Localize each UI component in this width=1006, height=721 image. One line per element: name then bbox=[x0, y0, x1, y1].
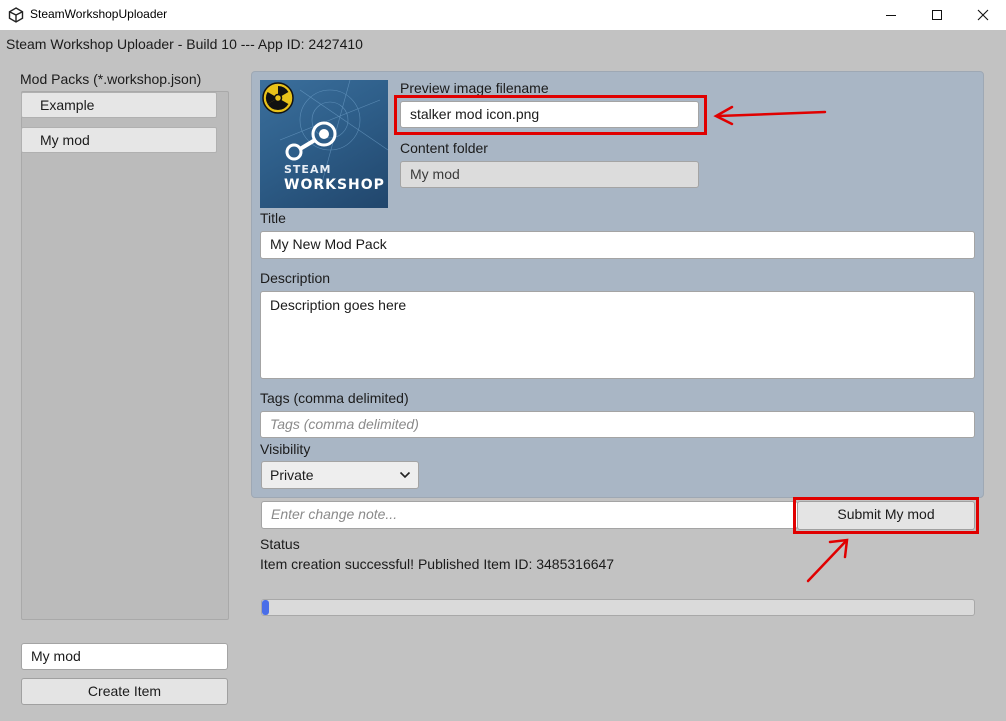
upload-progress-bar bbox=[261, 599, 975, 616]
description-textarea[interactable]: Description goes here bbox=[260, 291, 975, 379]
tags-label: Tags (comma delimited) bbox=[260, 390, 409, 406]
close-button[interactable] bbox=[960, 0, 1006, 30]
modpacks-label: Mod Packs (*.workshop.json) bbox=[20, 71, 202, 87]
steam-logo-icon bbox=[285, 121, 337, 161]
visibility-select[interactable]: Private bbox=[261, 461, 419, 489]
radiation-icon bbox=[262, 82, 294, 114]
modpack-item-my-mod[interactable]: My mod bbox=[21, 127, 217, 153]
window-title: SteamWorkshopUploader bbox=[30, 7, 168, 21]
description-label: Description bbox=[260, 270, 331, 286]
change-note-input[interactable]: Enter change note... bbox=[261, 501, 798, 529]
minimize-button[interactable] bbox=[868, 0, 914, 30]
close-icon bbox=[977, 9, 989, 21]
create-item-button[interactable]: Create Item bbox=[21, 678, 228, 705]
content-folder-label: Content folder bbox=[400, 140, 488, 156]
chevron-down-icon bbox=[399, 471, 411, 479]
preview-brand-line2: WORKSHOP bbox=[284, 177, 385, 193]
preview-image: STEAM WORKSHOP bbox=[260, 80, 388, 208]
new-mod-name-input[interactable]: My mod bbox=[21, 643, 228, 670]
maximize-icon bbox=[932, 10, 942, 20]
content-folder-field: My mod bbox=[400, 161, 699, 188]
status-label: Status bbox=[260, 536, 300, 552]
preview-brand-line1: STEAM bbox=[284, 163, 332, 176]
preview-filename-label: Preview image filename bbox=[400, 80, 549, 96]
title-input[interactable]: My New Mod Pack bbox=[260, 231, 975, 259]
upload-progress-fill bbox=[262, 600, 269, 615]
visibility-label: Visibility bbox=[260, 441, 311, 457]
minimize-icon bbox=[886, 15, 896, 16]
highlight-box-preview-filename bbox=[394, 95, 707, 135]
app-header-text: Steam Workshop Uploader - Build 10 --- A… bbox=[6, 36, 363, 52]
maximize-button[interactable] bbox=[914, 0, 960, 30]
arrow-to-submit-button bbox=[806, 538, 849, 583]
status-message: Item creation successful! Published Item… bbox=[260, 556, 615, 572]
tags-input[interactable]: Tags (comma delimited) bbox=[260, 411, 975, 438]
unity-logo-icon bbox=[8, 7, 24, 23]
highlight-box-submit bbox=[793, 497, 979, 534]
title-label: Title bbox=[260, 210, 286, 226]
modpacks-list[interactable] bbox=[21, 91, 229, 620]
modpack-item-example[interactable]: Example bbox=[21, 92, 217, 118]
